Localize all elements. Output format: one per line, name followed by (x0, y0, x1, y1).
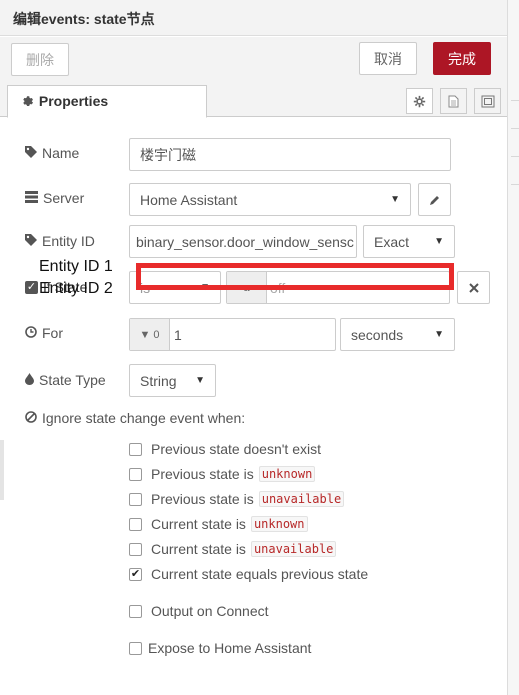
tag-icon (25, 233, 37, 249)
checkbox-checked[interactable]: ✔ (129, 567, 142, 581)
frame-icon[interactable] (474, 88, 501, 114)
document-icon[interactable] (440, 88, 467, 114)
tab-properties[interactable]: Properties (7, 85, 207, 118)
checkbox[interactable] (129, 517, 142, 531)
done-button[interactable]: 完成 (433, 42, 491, 75)
overlay-label-1: Entity ID 1 (39, 258, 113, 275)
times-icon[interactable] (457, 271, 490, 304)
state-type-select[interactable]: String ▼ (129, 364, 216, 397)
checkbox[interactable] (129, 542, 142, 556)
server-select[interactable]: Home Assistant ▼ (129, 183, 411, 216)
ignore-option-5[interactable]: ✔ Current state equals previous state (129, 566, 368, 582)
tag-icon (25, 145, 37, 161)
gear-icon (21, 93, 35, 109)
chevron-down-icon: ▼ (434, 329, 444, 340)
pencil-icon[interactable] (418, 183, 451, 216)
state-tag: unavailable (258, 491, 345, 507)
name-label: Name (25, 145, 79, 161)
clock-icon (25, 325, 37, 341)
ban-icon (25, 410, 37, 426)
highlight-box (136, 263, 454, 290)
checkbox[interactable] (129, 641, 142, 655)
delete-button[interactable]: 删除 (11, 43, 69, 76)
expose-option[interactable]: Expose to Home Assistant (129, 640, 311, 656)
ignore-option-3[interactable]: Current state is unknown (129, 516, 308, 532)
entity-id-input[interactable]: binary_sensor.door_window_sensc (129, 225, 357, 258)
checkbox[interactable] (129, 442, 142, 456)
checkbox[interactable] (129, 604, 142, 618)
for-value-input[interactable]: ▼ 0 1 (129, 318, 336, 351)
name-input[interactable]: 楼宇门磁 (129, 138, 451, 171)
ignore-option-4[interactable]: Current state is unavailable (129, 541, 337, 557)
overlay-label-2: Entity ID 2 (39, 280, 113, 297)
state-type-label: State Type (25, 372, 106, 388)
resize-grip[interactable] (0, 440, 4, 500)
tint-icon (25, 372, 34, 388)
state-tag: unavailable (250, 541, 337, 557)
output-on-connect-option[interactable]: Output on Connect (129, 603, 269, 619)
number-type-icon[interactable]: ▼ 0 (130, 319, 170, 350)
chevron-down-icon: ▼ (390, 194, 400, 205)
checkbox[interactable] (129, 492, 142, 506)
cancel-button[interactable]: 取消 (359, 42, 417, 75)
entity-match-select[interactable]: Exact ▼ (363, 225, 455, 258)
right-scroll-strip (507, 0, 519, 695)
entity-id-label: Entity ID (25, 233, 95, 249)
editor-title: 编辑events: state节点 (0, 0, 507, 36)
ignore-option-0[interactable]: Previous state doesn't exist (129, 441, 321, 457)
checkbox[interactable] (129, 467, 142, 481)
tab-properties-label: Properties (38, 93, 109, 109)
check-square-icon: ✓ (25, 280, 38, 294)
server-icon (25, 190, 38, 206)
gear-icon[interactable] (406, 88, 433, 114)
chevron-down-icon: ▼ (434, 236, 444, 247)
ignore-option-1[interactable]: Previous state is unknown (129, 466, 316, 482)
for-label: For (25, 325, 63, 341)
server-label: Server (25, 190, 84, 206)
toolbar (0, 37, 507, 85)
state-tag: unknown (258, 466, 316, 482)
for-units-select[interactable]: seconds ▼ (340, 318, 455, 351)
ignore-option-2[interactable]: Previous state is unavailable (129, 491, 345, 507)
state-tag: unknown (250, 516, 308, 532)
ignore-section-label: Ignore state change event when: (25, 410, 245, 426)
chevron-down-icon: ▼ (195, 375, 205, 386)
